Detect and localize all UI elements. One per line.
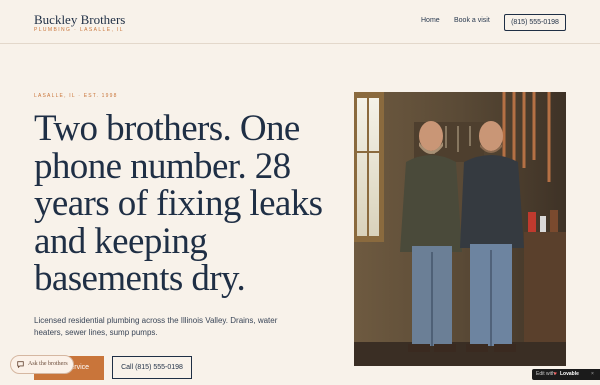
edit-with-lovable-badge[interactable]: Edit with ♥ Lovable × — [532, 369, 600, 380]
ask-the-brothers-button[interactable]: Ask the brothers — [10, 355, 74, 374]
workshop-illustration — [354, 92, 566, 366]
hero-lede: Licensed residential plumbing across the… — [34, 316, 278, 337]
badge-brand-label: Lovable — [560, 371, 579, 377]
brand-name[interactable]: Buckley Brothers — [34, 12, 125, 28]
hero-eyebrow: LASALLE, IL · EST. 1998 — [34, 93, 118, 99]
lovable-heart-icon: ♥ — [554, 371, 557, 377]
close-icon[interactable]: × — [591, 369, 594, 380]
brand-tagline: PLUMBING · LASALLE, IL — [34, 27, 124, 33]
badge-edit-label: Edit with — [536, 371, 555, 377]
nav-phone-button[interactable]: (815) 555-0198 — [504, 14, 566, 31]
two-plumbers-photo — [354, 92, 566, 366]
call-button[interactable]: Call (815) 555-0198 — [112, 356, 192, 379]
chat-bubble-icon — [17, 361, 24, 368]
site-header: Buckley Brothers PLUMBING · LASALLE, IL … — [0, 0, 600, 44]
hero-headline: Two brothers. One phone number. 28 years… — [34, 108, 323, 299]
ask-the-brothers-label: Ask the brothers — [28, 361, 68, 367]
nav-book-link[interactable]: Book a visit — [454, 17, 490, 24]
nav-home-link[interactable]: Home — [421, 17, 440, 24]
